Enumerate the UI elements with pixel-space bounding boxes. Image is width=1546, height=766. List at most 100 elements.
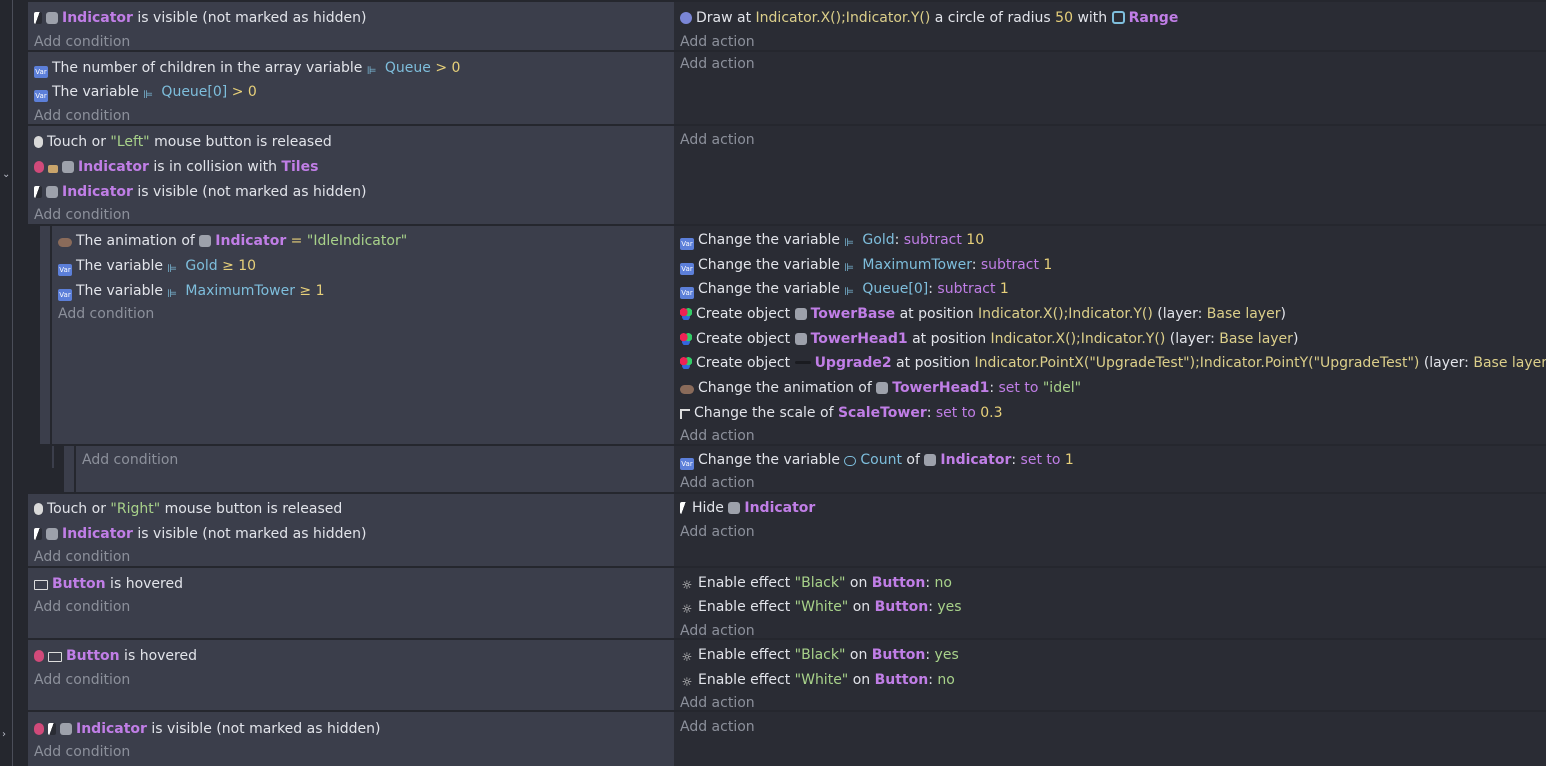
event-row[interactable]: Button is hovered Add condition ☼ Enable ef…	[14, 640, 1546, 713]
action[interactable]: Var Change the variable ⊫ Gold: subtract 1…	[680, 230, 984, 250]
text-fragment: subtract	[937, 281, 1000, 297]
object-name[interactable]: ScaleTower	[838, 405, 927, 421]
object-name[interactable]: TowerHead1	[892, 380, 989, 396]
condition[interactable]: Indicator is visible (not marked as hidd…	[34, 524, 366, 544]
object-name[interactable]: Button	[872, 575, 926, 591]
condition[interactable]: The animation of Indicator = "IdleIndica…	[58, 231, 407, 251]
action[interactable]: Create object Upgrade2 at position Indic…	[680, 353, 1546, 373]
event-row[interactable]: Button is hovered Add condition ☼ Enable ef…	[14, 568, 1546, 641]
add-action-button[interactable]: Add action	[680, 54, 755, 74]
event-row[interactable]: Indicator is visible (not marked as hidd…	[14, 712, 1546, 766]
action[interactable]: Var Change the variable ⊫ MaximumTower: su…	[680, 255, 1052, 275]
object-name[interactable]: Indicator	[76, 721, 147, 737]
condition[interactable]: Touch or "Right" mouse button is release…	[34, 499, 342, 519]
add-condition-button[interactable]: Add condition	[34, 205, 130, 225]
object-icon	[60, 723, 72, 735]
animation-icon	[58, 238, 72, 247]
condition[interactable]: Var The variable ⊫ Gold ≥ 10	[58, 256, 256, 276]
add-action-button[interactable]: Add action	[680, 130, 755, 150]
text-fragment: Enable effect	[698, 647, 795, 663]
object-name[interactable]: Indicator	[62, 184, 133, 200]
action[interactable]: ☼ Enable effect "Black" on Button: no	[680, 573, 952, 593]
condition[interactable]: Touch or "Left" mouse button is released	[34, 132, 332, 152]
object-name[interactable]: Button	[875, 672, 929, 688]
condition[interactable]: Indicator is visible (not marked as hidd…	[34, 182, 366, 202]
chevron-right-icon[interactable]: ›	[2, 730, 12, 740]
text-fragment: Change the variable	[698, 281, 845, 297]
object-name[interactable]: Button	[66, 648, 120, 664]
action[interactable]: Change the scale of ScaleTower: set to 0…	[680, 403, 1003, 423]
condition[interactable]: Var The variable ⊫ Queue[0] > 0	[34, 82, 257, 102]
text-fragment: "Black"	[794, 575, 846, 591]
condition[interactable]: Indicator is visible (not marked as hidd…	[34, 8, 366, 28]
condition[interactable]: Indicator is in collision with Tiles	[34, 157, 318, 177]
text-fragment: The variable	[52, 84, 144, 100]
blank-icon	[794, 361, 811, 364]
variable-icon: Var	[680, 263, 694, 275]
add-action-button[interactable]: Add action	[680, 32, 755, 52]
text-fragment: set to	[998, 380, 1043, 396]
add-condition-button[interactable]: Add condition	[34, 32, 130, 52]
action[interactable]: Hide Indicator	[680, 498, 815, 518]
add-action-button[interactable]: Add action	[680, 426, 755, 446]
action[interactable]: Draw at Indicator.X();Indicator.Y() a ci…	[680, 8, 1178, 28]
object-icon	[876, 382, 889, 394]
object-name[interactable]: Indicator	[744, 500, 815, 516]
object-name[interactable]: Indicator	[62, 526, 133, 542]
action[interactable]: ☼ Enable effect "White" on Button: no	[680, 670, 955, 690]
object-name[interactable]: Range	[1129, 10, 1179, 26]
add-action-button[interactable]: Add action	[680, 693, 755, 713]
variable-icon: Var	[58, 264, 72, 276]
event-row[interactable]: Touch or "Right" mouse button is release…	[14, 494, 1546, 566]
add-action-button[interactable]: Add action	[680, 717, 755, 737]
event-row[interactable]: The animation of Indicator = "IdleIndica…	[14, 226, 1546, 444]
variable-name: Queue[0]	[862, 281, 929, 297]
object-name[interactable]: Indicator	[62, 10, 133, 26]
object-name[interactable]: Indicator	[940, 452, 1011, 468]
add-condition-button[interactable]: Add condition	[58, 304, 154, 324]
condition[interactable]: Button is hovered	[34, 574, 183, 594]
condition[interactable]: Indicator is visible (not marked as hidd…	[34, 719, 380, 739]
event-row[interactable]: Add condition Var Change the variable Coun…	[14, 446, 1546, 492]
action[interactable]: ☼ Enable effect "Black" on Button: yes	[680, 645, 959, 665]
add-action-button[interactable]: Add action	[680, 522, 755, 542]
add-condition-button[interactable]: Add condition	[34, 597, 130, 617]
chevron-down-icon[interactable]: ⌄	[2, 170, 12, 180]
text-fragment: Draw at	[696, 10, 756, 26]
object-name[interactable]: Upgrade2	[815, 355, 892, 371]
create-icon	[680, 308, 692, 320]
event-row[interactable]: Indicator is visible (not marked as hidd…	[14, 2, 1546, 50]
event-row[interactable]: Var The number of children in the array v…	[14, 52, 1546, 124]
text-fragment: Change the variable	[698, 257, 845, 273]
add-condition-button[interactable]: Add condition	[34, 742, 130, 762]
text-fragment: subtract	[980, 257, 1044, 273]
condition[interactable]: Var The variable ⊫ MaximumTower ≥ 1	[58, 281, 325, 301]
action[interactable]: Change the animation of TowerHead1: set …	[680, 378, 1081, 398]
add-action-button[interactable]: Add action	[680, 621, 755, 641]
condition[interactable]: Button is hovered	[34, 646, 197, 666]
conditions-column: Var The number of children in the array v…	[28, 52, 674, 124]
add-condition-button[interactable]: Add condition	[34, 670, 130, 690]
action[interactable]: Var Change the variable ⊫ Queue[0]: subtra…	[680, 279, 1009, 299]
object-name[interactable]: Tiles	[281, 159, 318, 175]
object-name[interactable]: Button	[875, 599, 929, 615]
add-condition-button[interactable]: Add condition	[34, 106, 130, 126]
add-condition-button[interactable]: Add condition	[34, 547, 130, 567]
action[interactable]: Var Change the variable Count of Indicato…	[680, 450, 1074, 470]
action[interactable]: Create object TowerHead1 at position Ind…	[680, 329, 1298, 349]
object-name[interactable]: Button	[872, 647, 926, 663]
action[interactable]: Create object TowerBase at position Indi…	[680, 304, 1286, 324]
condition[interactable]: Var The number of children in the array v…	[34, 58, 460, 78]
object-name[interactable]: Indicator	[215, 233, 286, 249]
add-condition-button[interactable]: Add condition	[82, 450, 178, 470]
object-name[interactable]: Button	[52, 576, 106, 592]
text-fragment: (layer:	[1152, 306, 1207, 322]
action[interactable]: ☼ Enable effect "White" on Button: yes	[680, 597, 962, 617]
object-name[interactable]: TowerHead1	[811, 331, 908, 347]
eye-icon	[48, 723, 56, 735]
var-ref-icon: ⊫	[844, 285, 854, 298]
object-name[interactable]: Indicator	[78, 159, 149, 175]
add-action-button[interactable]: Add action	[680, 473, 755, 493]
event-row[interactable]: Touch or "Left" mouse button is released…	[14, 126, 1546, 224]
object-name[interactable]: TowerBase	[811, 306, 896, 322]
